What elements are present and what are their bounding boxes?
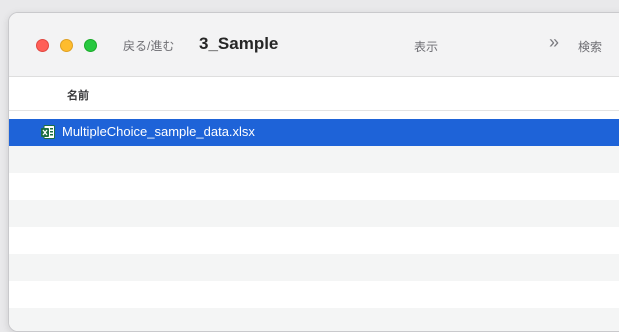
empty-row xyxy=(9,227,619,254)
finder-window: 戻る/進む 3_Sample 表示 » 検索 名前 MultipleChoice… xyxy=(8,12,619,332)
empty-row xyxy=(9,254,619,281)
search-button[interactable]: 検索 xyxy=(578,38,602,55)
window-title: 3_Sample xyxy=(199,34,279,53)
close-window-button[interactable] xyxy=(36,39,49,52)
empty-row xyxy=(9,308,619,331)
maximize-window-button[interactable] xyxy=(84,39,97,52)
empty-row xyxy=(9,173,619,200)
toolbar-overflow-icon[interactable]: » xyxy=(549,32,559,53)
minimize-window-button[interactable] xyxy=(60,39,73,52)
excel-file-icon xyxy=(41,125,55,139)
empty-row xyxy=(9,281,619,308)
list-header: 名前 xyxy=(9,77,619,111)
file-row[interactable]: MultipleChoice_sample_data.xlsx xyxy=(9,119,619,146)
file-name: MultipleChoice_sample_data.xlsx xyxy=(62,124,255,139)
empty-row xyxy=(9,146,619,173)
back-forward-button[interactable]: 戻る/進む xyxy=(123,37,174,54)
toolbar: 戻る/進む 3_Sample 表示 » 検索 xyxy=(9,13,619,77)
view-button[interactable]: 表示 xyxy=(414,38,438,55)
file-list: MultipleChoice_sample_data.xlsx xyxy=(9,119,619,331)
column-header-name[interactable]: 名前 xyxy=(67,87,89,103)
empty-row xyxy=(9,200,619,227)
